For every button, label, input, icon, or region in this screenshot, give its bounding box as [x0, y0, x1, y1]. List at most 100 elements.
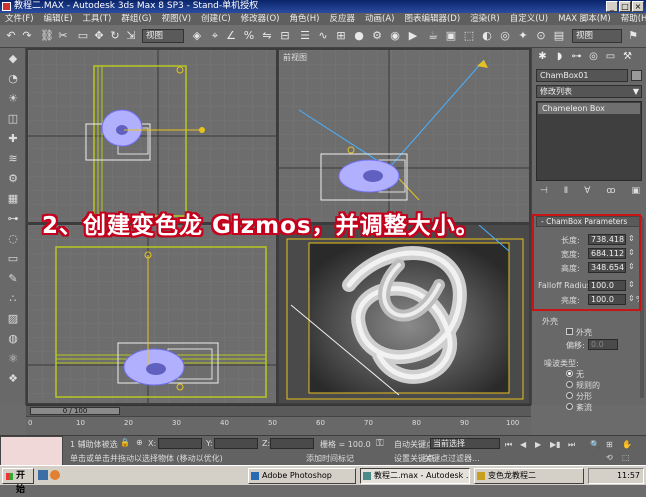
goto-end-icon[interactable]: ⏭	[568, 440, 575, 450]
configure-sets-icon[interactable]: ▣	[631, 186, 640, 198]
menu-file[interactable]: 文件(F)	[0, 13, 39, 25]
noise-none-radio[interactable]	[566, 370, 573, 377]
goto-start-icon[interactable]: ⏮	[505, 440, 512, 450]
menu-create[interactable]: 创建(C)	[196, 13, 236, 25]
desktop-icon[interactable]	[38, 470, 48, 480]
menu-maxscript[interactable]: MAX 脚本(M)	[553, 13, 616, 25]
compound-icon[interactable]: ❖	[5, 372, 21, 386]
clock[interactable]: 11:57	[617, 471, 640, 480]
menu-edit[interactable]: 编辑(E)	[39, 13, 78, 25]
maximize-viewport-icon[interactable]: ⬚	[622, 453, 630, 462]
stack-item[interactable]: Chameleon Box	[538, 103, 640, 114]
menu-group[interactable]: 群组(G)	[116, 13, 156, 25]
zoom-all-icon[interactable]: ⊞	[606, 440, 613, 449]
create-geometry-icon[interactable]: ◆	[5, 52, 21, 66]
viewport-perspective[interactable]	[279, 225, 529, 403]
track-bar[interactable]: 0 10 20 30 40 50 60 70 80 90 100	[26, 416, 531, 435]
utilities-tab-icon[interactable]: ⚒	[620, 50, 635, 63]
menu-animation[interactable]: 动画(A)	[360, 13, 399, 25]
modify-tab-icon[interactable]: ◗	[552, 50, 567, 63]
noise-regular-radio[interactable]	[566, 381, 573, 388]
lock-icon[interactable]: 🔒	[120, 438, 130, 447]
curve-editor-icon[interactable]: ∿	[316, 29, 330, 43]
quick-render-icon[interactable]: ▶	[406, 29, 420, 43]
create-shapes-icon[interactable]: ◔	[5, 72, 21, 86]
environment-icon[interactable]: ◎	[498, 29, 512, 43]
remove-modifier-icon[interactable]: ꝏ	[606, 186, 615, 198]
nurbs-icon[interactable]: ◍	[5, 332, 21, 346]
show-end-result-icon[interactable]: Ⅱ	[564, 186, 568, 198]
shell-offset-value[interactable]: 0.0	[588, 339, 618, 350]
render-icon[interactable]: ◉	[388, 29, 402, 43]
motion-icon[interactable]: ◌	[5, 232, 21, 246]
create-camera-icon[interactable]: ◫	[5, 112, 21, 126]
orbit-icon[interactable]: ⟲	[606, 453, 613, 462]
link-icon[interactable]: ⛓	[40, 29, 54, 43]
y-field[interactable]	[214, 438, 258, 449]
particles-icon[interactable]: ∴	[5, 292, 21, 306]
time-slider[interactable]: 0 / 100	[30, 407, 120, 415]
object-color-swatch[interactable]	[631, 70, 642, 81]
key-filters-button[interactable]: 关键点过滤器...	[424, 453, 480, 464]
display-tab-icon[interactable]: ▭	[603, 50, 618, 63]
reference-coordinate-select[interactable]: 视图	[142, 29, 184, 43]
app-icon[interactable]	[2, 2, 11, 11]
auto-key-button[interactable]: 自动关键点	[394, 439, 434, 450]
task-photoshop[interactable]: Adobe Photoshop	[248, 468, 356, 484]
maximize-button[interactable]: □	[619, 1, 631, 12]
add-time-tag[interactable]: 添加时间标记	[306, 453, 354, 464]
viewport-top[interactable]	[28, 50, 276, 222]
patch-icon[interactable]: ▨	[5, 312, 21, 326]
view-select[interactable]: 视图	[572, 29, 622, 43]
menu-views[interactable]: 视图(V)	[157, 13, 196, 25]
modifier-icon[interactable]: ▦	[5, 192, 21, 206]
render-frame-icon[interactable]: ▣	[444, 29, 458, 43]
task-tutorial[interactable]: 变色龙教程二	[474, 468, 584, 484]
isolate-icon[interactable]: ⊙	[534, 29, 548, 43]
redo-icon[interactable]: ↷	[20, 29, 34, 43]
hierarchy-icon[interactable]: ⊶	[5, 212, 21, 226]
motion-tab-icon[interactable]: ◎	[586, 50, 601, 63]
rotate-icon[interactable]: ↻	[108, 29, 122, 43]
menu-character[interactable]: 角色(H)	[284, 13, 324, 25]
menu-customize[interactable]: 自定义(U)	[505, 13, 553, 25]
unlink-icon[interactable]: ✂	[56, 29, 70, 43]
x-field[interactable]	[158, 438, 202, 449]
align-icon[interactable]: ⊟	[278, 29, 292, 43]
menu-rendering[interactable]: 渲染(R)	[465, 13, 505, 25]
make-unique-icon[interactable]: ∀	[584, 186, 590, 198]
select-icon[interactable]: ▭	[76, 29, 90, 43]
menu-modifiers[interactable]: 修改器(O)	[236, 13, 285, 25]
render-last-icon[interactable]: ⚑	[626, 29, 640, 43]
task-3dsmax[interactable]: 教程二.max - Autodesk ...	[360, 468, 470, 484]
dynamics-icon[interactable]: ⚛	[5, 352, 21, 366]
angle-snap-icon[interactable]: ∠	[224, 29, 238, 43]
object-name-field[interactable]: ChamBox01	[536, 69, 628, 82]
noise-fractal-radio[interactable]	[566, 392, 573, 399]
systems-icon[interactable]: ⚙	[5, 172, 21, 186]
move-icon[interactable]: ✥	[92, 29, 106, 43]
schematic-icon[interactable]: ⊞	[334, 29, 348, 43]
selection-set-select[interactable]: 当前选择	[430, 438, 500, 449]
close-button[interactable]: ×	[632, 1, 644, 12]
viewport-front[interactable]: 前视图	[279, 50, 529, 222]
browser-icon[interactable]	[50, 470, 60, 480]
pivot-icon[interactable]: ◈	[190, 29, 204, 43]
viewport-left[interactable]	[28, 225, 276, 403]
viewport-front-label[interactable]: 前视图	[283, 52, 307, 63]
shade-icon[interactable]: ◐	[480, 29, 494, 43]
pan-icon[interactable]: ✋	[622, 440, 632, 449]
space-warps-icon[interactable]: ≋	[5, 152, 21, 166]
layer-icon[interactable]: ☰	[298, 29, 312, 43]
menu-reactor[interactable]: 反应器	[325, 13, 361, 25]
render-setup-icon[interactable]: ⚙	[370, 29, 384, 43]
snap-icon[interactable]: ⌖	[208, 29, 222, 43]
play-icon[interactable]: ▶	[535, 440, 541, 449]
menu-tools[interactable]: 工具(T)	[78, 13, 117, 25]
effects-icon[interactable]: ✦	[516, 29, 530, 43]
next-frame-icon[interactable]: ▶▮	[550, 440, 561, 449]
key-icon[interactable]: ⚿	[376, 438, 384, 449]
viewport-icon[interactable]: ⬚	[462, 29, 476, 43]
pin-stack-icon[interactable]: ⊣	[540, 186, 548, 198]
percent-snap-icon[interactable]: %	[242, 29, 256, 43]
